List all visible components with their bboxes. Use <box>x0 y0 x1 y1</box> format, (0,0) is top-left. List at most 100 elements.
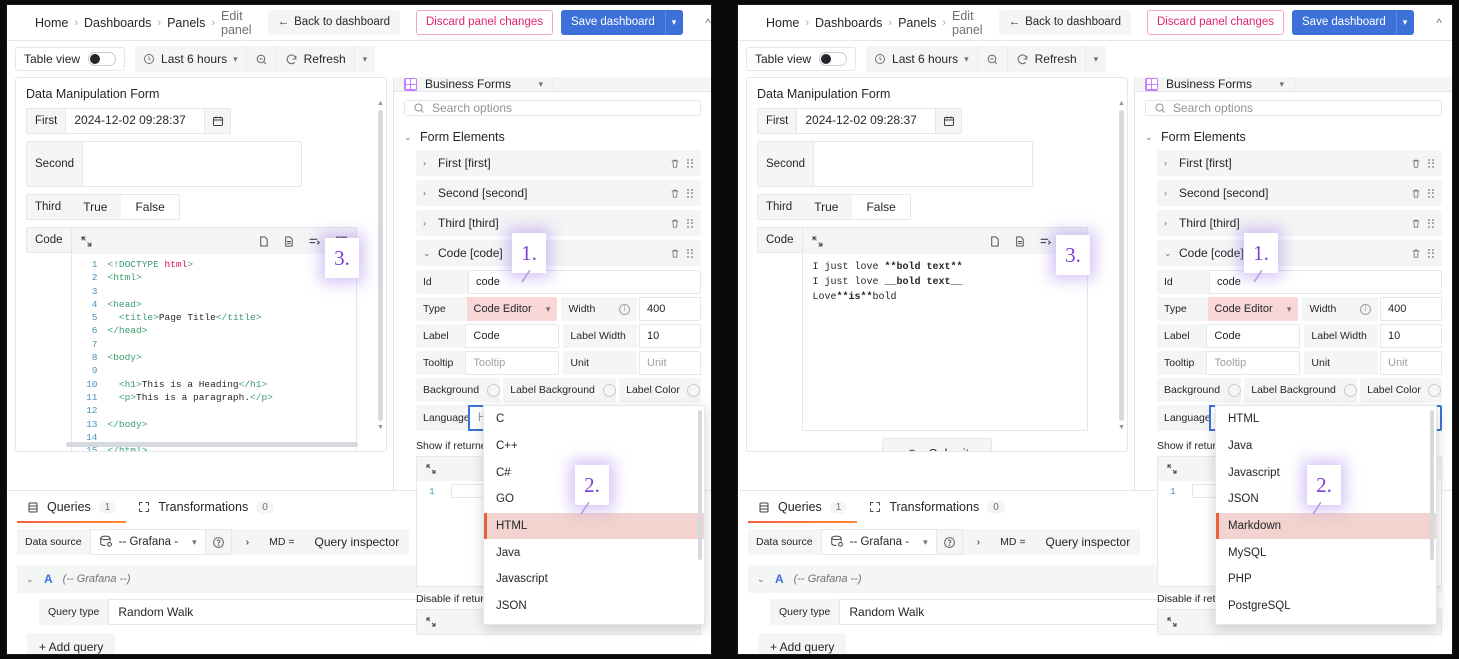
format-icon[interactable] <box>308 235 321 248</box>
save-dashboard-button[interactable]: Save dashboard <box>1292 10 1396 35</box>
refresh-interval-dropdown[interactable]: ▾ <box>1084 46 1107 72</box>
table-view-toggle[interactable]: Table view <box>746 47 857 71</box>
table-view-switch[interactable] <box>819 52 848 66</box>
save-dashboard-dropdown-button[interactable]: ▾ <box>1395 10 1415 35</box>
first-field-input[interactable]: 2024-12-02 09:28:37 <box>796 108 937 134</box>
trash-icon[interactable] <box>670 188 680 199</box>
third-option-true[interactable]: True <box>800 195 853 219</box>
panel-horizontal-scrollbar[interactable] <box>66 442 358 447</box>
label-color-swatch[interactable] <box>686 378 702 402</box>
background-color-swatch[interactable] <box>1227 378 1242 402</box>
zoom-out-button[interactable] <box>245 46 276 72</box>
element-row-first[interactable]: › First [first] <box>416 150 701 176</box>
refresh-button[interactable]: Refresh <box>1006 46 1085 72</box>
add-query-button[interactable]: + Add query <box>27 633 116 654</box>
element-row-second[interactable]: › Second [second] <box>416 180 701 206</box>
query-inspector-button[interactable]: Query inspector <box>304 529 410 555</box>
scroll-down-icon[interactable]: ▼ <box>1118 424 1125 431</box>
second-field-textarea[interactable] <box>82 141 303 187</box>
chevron-down-icon[interactable]: ⌄ <box>26 574 34 585</box>
trash-icon[interactable] <box>1411 158 1421 169</box>
save-dashboard-dropdown-button[interactable]: ▾ <box>664 10 684 35</box>
third-option-true[interactable]: True <box>69 195 122 219</box>
dropdown-item-json[interactable]: JSON <box>484 593 704 620</box>
drag-handle-icon[interactable] <box>1428 218 1435 228</box>
scroll-up-icon[interactable]: ▲ <box>377 100 384 107</box>
width-input[interactable]: 400 <box>1379 297 1442 321</box>
dropdown-item-javascript[interactable]: Javascript <box>484 566 704 593</box>
label-background-color-swatch[interactable] <box>1342 378 1358 402</box>
third-option-false[interactable]: False <box>852 195 909 219</box>
discard-panel-changes-button[interactable]: Discard panel changes <box>1147 10 1284 35</box>
element-row-second[interactable]: › Second [second] <box>1157 180 1442 206</box>
save-dashboard-button[interactable]: Save dashboard <box>561 10 665 35</box>
collapse-toolbar-icon[interactable]: ^ <box>699 16 711 30</box>
second-field-textarea[interactable] <box>813 141 1034 187</box>
visualization-picker[interactable]: Business Forms ▾ <box>394 77 554 91</box>
unit-input[interactable]: Unit <box>639 351 701 375</box>
label-input[interactable]: Code <box>1206 324 1301 348</box>
submit-button[interactable]: Submit <box>881 438 993 451</box>
tab-queries[interactable]: Queries 1 <box>748 491 858 523</box>
breadcrumb-dashboards[interactable]: Dashboards <box>815 16 882 30</box>
trash-icon[interactable] <box>670 158 680 169</box>
tab-queries[interactable]: Queries 1 <box>17 491 127 523</box>
chevron-right-icon[interactable]: › <box>231 529 260 555</box>
element-row-third[interactable]: › Third [third] <box>416 210 701 236</box>
format-icon[interactable] <box>1039 235 1052 248</box>
expand-icon[interactable] <box>811 235 824 248</box>
expand-icon[interactable] <box>425 616 437 628</box>
data-source-picker[interactable]: -- Grafana - ▾ <box>820 529 937 555</box>
scroll-up-icon[interactable]: ▲ <box>1118 100 1125 107</box>
dropdown-item-postgresql[interactable]: PostgreSQL <box>1216 593 1436 620</box>
drag-handle-icon[interactable] <box>1428 158 1435 168</box>
refresh-interval-dropdown[interactable]: ▾ <box>353 46 376 72</box>
document-icon[interactable] <box>283 235 294 248</box>
form-elements-section-header[interactable]: ⌄ Form Elements <box>1135 124 1452 150</box>
dropdown-scrollbar[interactable] <box>698 410 702 560</box>
label-background-color-swatch[interactable] <box>601 378 617 402</box>
trash-icon[interactable] <box>670 248 680 259</box>
drag-handle-icon[interactable] <box>687 188 694 198</box>
dropdown-item-c-[interactable]: C++ <box>484 433 704 460</box>
dropdown-item-java[interactable]: Java <box>1216 433 1436 460</box>
copy-icon[interactable] <box>989 235 1000 248</box>
discard-panel-changes-button[interactable]: Discard panel changes <box>416 10 553 35</box>
code-editor[interactable]: 1 <!DOCTYPE html> 2 <html> 3 4 <head> 5 <ti… <box>70 227 357 451</box>
element-row-first[interactable]: › First [first] <box>1157 150 1442 176</box>
tab-transformations[interactable]: Transformations 0 <box>128 491 283 523</box>
add-query-button[interactable]: + Add query <box>758 633 847 654</box>
dropdown-item-html[interactable]: HTML <box>484 512 704 540</box>
visualization-picker[interactable]: Business Forms ▾ <box>1135 77 1295 91</box>
tooltip-input[interactable]: Tooltip <box>465 351 560 375</box>
chevron-down-icon[interactable]: ⌄ <box>757 574 765 585</box>
breadcrumb-dashboards[interactable]: Dashboards <box>84 16 151 30</box>
first-field-input[interactable]: 2024-12-02 09:28:37 <box>65 108 206 134</box>
back-to-dashboard-button[interactable]: ← Back to dashboard <box>998 10 1131 35</box>
calendar-icon[interactable] <box>205 108 232 134</box>
dropdown-scrollbar[interactable] <box>1430 410 1434 560</box>
tab-transformations[interactable]: Transformations 0 <box>859 491 1014 523</box>
background-color-swatch[interactable] <box>486 378 501 402</box>
drag-handle-icon[interactable] <box>1428 188 1435 198</box>
trash-icon[interactable] <box>1411 188 1421 199</box>
drag-handle-icon[interactable] <box>687 158 694 168</box>
id-input[interactable]: code <box>1209 270 1442 294</box>
language-dropdown-left[interactable]: C C++ C# GO HTML Java Javascript JSON <box>483 405 705 625</box>
element-row-code[interactable]: ⌄ Code [code] <box>1157 240 1442 266</box>
scroll-thumb[interactable] <box>378 110 383 421</box>
width-input[interactable]: 400 <box>638 297 701 321</box>
drag-handle-icon[interactable] <box>1428 248 1435 258</box>
dropdown-item-java[interactable]: Java <box>484 539 704 566</box>
id-input[interactable]: code <box>468 270 701 294</box>
type-select[interactable]: Code Editor ▾ <box>466 297 558 321</box>
refresh-button[interactable]: Refresh <box>275 46 354 72</box>
dropdown-item-html[interactable]: HTML <box>1216 406 1436 433</box>
data-source-picker[interactable]: -- Grafana - ▾ <box>89 529 206 555</box>
code-editor[interactable]: I just love **bold text** I just love __… <box>801 227 1088 431</box>
back-to-dashboard-button[interactable]: ← Back to dashboard <box>267 10 400 35</box>
expand-icon[interactable] <box>80 235 93 248</box>
breadcrumb-panels[interactable]: Panels <box>898 16 936 30</box>
chevron-right-icon[interactable]: › <box>962 529 991 555</box>
code-editor-body[interactable]: I just love **bold text** I just love __… <box>802 254 1087 430</box>
